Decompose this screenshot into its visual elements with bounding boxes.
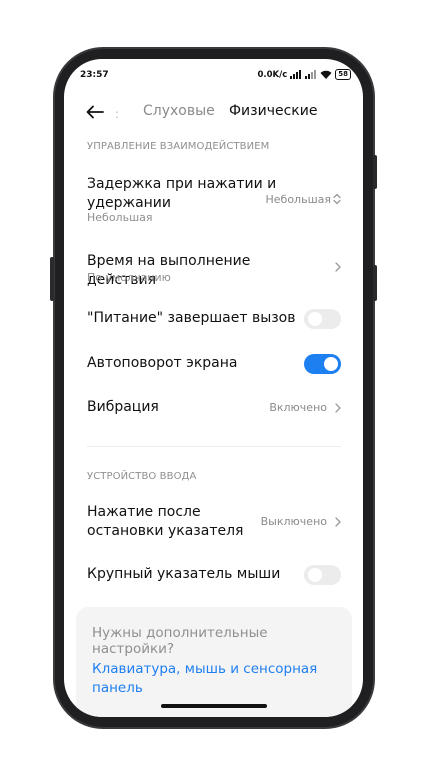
setting-value: Небольшая — [265, 193, 332, 206]
power-ends-call-toggle[interactable] — [304, 309, 341, 329]
back-button[interactable] — [86, 101, 110, 123]
up-down-chevron-icon — [333, 193, 341, 205]
home-indicator[interactable] — [161, 704, 267, 708]
setting-click-after-stop[interactable]: Нажатие после остановки указателя Выключ… — [64, 501, 363, 543]
back-arrow-icon — [86, 105, 104, 119]
chevron-right-icon — [335, 517, 341, 527]
wifi-icon — [320, 70, 332, 79]
setting-subtitle: По умолчанию — [87, 271, 171, 284]
setting-large-pointer[interactable]: Крупный указатель мыши — [64, 563, 363, 587]
setting-value: Включено — [269, 401, 327, 414]
setting-title: Нажатие после остановки указателя — [87, 504, 244, 539]
side-button — [373, 155, 377, 189]
signal-icon — [305, 70, 317, 79]
setting-title: Крупный указатель мыши — [87, 566, 281, 582]
top-bar: : Слуховые Физические — [64, 97, 363, 127]
setting-tap-delay[interactable]: Задержка при нажатии и удержании Небольш… — [64, 171, 363, 227]
auto-rotate-toggle[interactable] — [304, 354, 341, 374]
status-bar: 23:57 0.0K/с 58 — [64, 59, 363, 89]
help-card: Нужны дополнительные настройки? Клавиату… — [76, 607, 352, 717]
setting-vibration[interactable]: Вибрация Включено — [64, 396, 363, 420]
screen: 23:57 0.0K/с 58: Слуховые Физические УП… — [64, 59, 363, 717]
status-icons: 0.0K/с 58 — [257, 69, 351, 80]
setting-power-ends-call[interactable]: "Питание" завершает вызов — [64, 307, 363, 331]
signal-icon — [290, 70, 302, 79]
toggle-knob — [308, 568, 322, 582]
status-time: 23:57 — [80, 70, 109, 80]
help-question: Нужны дополнительные настройки? — [92, 625, 268, 657]
setting-title: Задержка при нажатии и удержании — [87, 176, 277, 211]
setting-auto-rotate[interactable]: Автоповорот экрана — [64, 352, 363, 376]
large-pointer-toggle[interactable] — [304, 565, 341, 585]
chevron-right-icon — [335, 262, 341, 272]
setting-subtitle: Небольшая — [87, 211, 153, 224]
toggle-knob — [324, 357, 338, 371]
setting-title: Автоповорот экрана — [87, 355, 238, 371]
side-button — [50, 257, 54, 301]
tab-hearing[interactable]: Слуховые — [143, 103, 215, 119]
section-header-interaction: УПРАВЛЕНИЕ ВЗАИМОДЕЙСТВИЕМ — [87, 141, 270, 152]
battery-icon: 58 — [335, 69, 351, 80]
tab-physical[interactable]: Физические — [229, 103, 317, 119]
setting-action-time[interactable]: Время на выполнение действия По умолчани… — [64, 249, 363, 289]
chevron-right-icon — [335, 403, 341, 413]
section-header-input-device: УСТРОЙСТВО ВВОДА — [87, 471, 197, 482]
setting-title: "Питание" завершает вызов — [87, 310, 296, 326]
help-link[interactable]: Клавиатура, мышь и сенсорная панель — [92, 660, 342, 698]
net-speed: 0.0K/с — [257, 69, 288, 80]
setting-value: Выключено — [260, 515, 327, 528]
section-divider — [87, 446, 341, 447]
side-button — [373, 265, 377, 301]
setting-title: Вибрация — [87, 399, 159, 415]
tab-separator: : — [115, 107, 120, 121]
toggle-knob — [308, 312, 322, 326]
